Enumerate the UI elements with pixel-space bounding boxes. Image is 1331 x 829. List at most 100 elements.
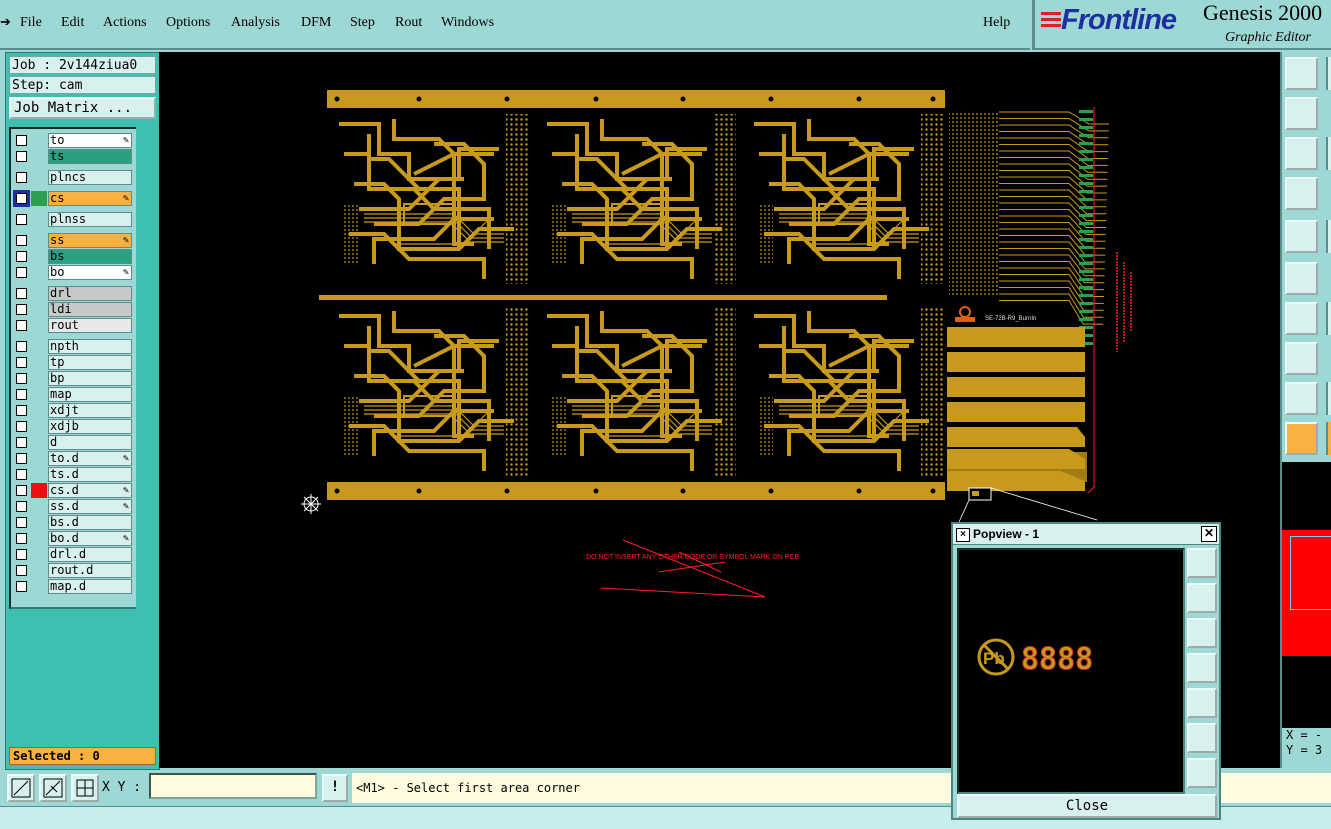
layer-row-npth[interactable]: npth: [13, 339, 133, 354]
popview-left-icon[interactable]: [1187, 653, 1217, 683]
layer-row-rout-d[interactable]: rout.d: [13, 563, 133, 578]
pad-tool-icon[interactable]: [1285, 220, 1318, 253]
layer-checkbox[interactable]: [16, 214, 27, 225]
layer-row-plncs[interactable]: plncs: [13, 170, 133, 185]
menu-options[interactable]: Options: [166, 15, 210, 31]
layer-checkbox[interactable]: [16, 193, 27, 204]
layer-checkbox[interactable]: [16, 235, 27, 246]
layer-name[interactable]: ss ✎: [48, 233, 132, 248]
layer-name[interactable]: plnss: [48, 212, 132, 227]
layer-row-to-d[interactable]: to.d ✎: [13, 451, 133, 466]
line-tool-icon[interactable]: [1285, 302, 1318, 335]
layer-checkbox[interactable]: [16, 135, 27, 146]
menu-step[interactable]: Step: [350, 15, 375, 31]
layer-checkbox[interactable]: [16, 421, 27, 432]
layer-checkbox[interactable]: [16, 469, 27, 480]
layer-row-bo[interactable]: bo ✎: [13, 265, 133, 280]
layer-row-xdjb[interactable]: xdjb: [13, 419, 133, 434]
layer-checkbox[interactable]: [16, 437, 27, 448]
layer-checkbox[interactable]: [16, 501, 27, 512]
layer-checkbox[interactable]: [16, 267, 27, 278]
layer-checkbox[interactable]: [16, 565, 27, 576]
menu-analysis[interactable]: Analysis: [231, 15, 280, 31]
layer-checkbox[interactable]: [16, 485, 27, 496]
layer-row-map[interactable]: map: [13, 387, 133, 402]
layer-name[interactable]: npth: [48, 339, 132, 354]
layer-checkbox[interactable]: [16, 549, 27, 560]
layer-name[interactable]: tp: [48, 355, 132, 370]
popview-expand-icon[interactable]: [1187, 723, 1217, 753]
layer-checkbox[interactable]: [16, 517, 27, 528]
popview-right-icon[interactable]: [1187, 688, 1217, 718]
layer-name[interactable]: d: [48, 435, 132, 450]
layer-row-bp[interactable]: bp: [13, 371, 133, 386]
menu-actions[interactable]: Actions: [103, 15, 147, 31]
grid-toggle-icon[interactable]: [71, 774, 99, 802]
grid-snap-icon[interactable]: [39, 774, 67, 802]
layer-name[interactable]: drl: [48, 286, 132, 301]
layer-row-ts-d[interactable]: ts.d: [13, 467, 133, 482]
layer-checkbox[interactable]: [16, 533, 27, 544]
layer-name[interactable]: bs: [48, 249, 132, 264]
layer-row-rout[interactable]: rout: [13, 318, 133, 333]
snap-mode-icon[interactable]: [7, 774, 35, 802]
layer-row-to[interactable]: to ✎: [13, 133, 133, 148]
layer-list-scrollbar[interactable]: [136, 127, 156, 739]
window-menu-icon[interactable]: ×: [956, 528, 970, 542]
menu-windows[interactable]: Windows: [441, 15, 494, 31]
popview-canvas[interactable]: Pb 8888: [957, 548, 1185, 794]
layer-row-tp[interactable]: tp: [13, 355, 133, 370]
layer-name[interactable]: xdjb: [48, 419, 132, 434]
tear-off-arrow-icon[interactable]: ➔: [0, 14, 11, 30]
popview-close-button[interactable]: Close: [957, 794, 1217, 818]
menu-rout[interactable]: Rout: [395, 15, 422, 31]
pan-left-icon[interactable]: [1285, 97, 1318, 130]
layer-row-d[interactable]: d: [13, 435, 133, 450]
layer-checkbox[interactable]: [16, 251, 27, 262]
exclamation-button[interactable]: !: [322, 774, 348, 802]
layer-name[interactable]: rout: [48, 318, 132, 333]
layer-checkbox[interactable]: [16, 373, 27, 384]
popview-zoom-icon[interactable]: [1187, 548, 1217, 578]
layer-name[interactable]: ts.d: [48, 467, 132, 482]
layer-name[interactable]: map: [48, 387, 132, 402]
layer-row-bo-d[interactable]: bo.d ✎: [13, 531, 133, 546]
menu-dfm[interactable]: DFM: [301, 15, 331, 31]
layer-checkbox[interactable]: [16, 453, 27, 464]
layer-name[interactable]: ss.d ✎: [48, 499, 132, 514]
layer-name[interactable]: to.d ✎: [48, 451, 132, 466]
layer-row-bs[interactable]: bs: [13, 249, 133, 264]
menu-edit[interactable]: Edit: [61, 15, 84, 31]
layer-name[interactable]: plncs: [48, 170, 132, 185]
layer-name[interactable]: bo ✎: [48, 265, 132, 280]
layer-name[interactable]: xdjt: [48, 403, 132, 418]
job-matrix-button[interactable]: Job Matrix ...: [9, 97, 156, 119]
popview-fit-icon[interactable]: [1187, 758, 1217, 788]
layer-row-map-d[interactable]: map.d: [13, 579, 133, 594]
layer-row-cs[interactable]: cs ✎: [13, 191, 133, 206]
layer-checkbox[interactable]: [16, 581, 27, 592]
layer-name[interactable]: drl.d: [48, 547, 132, 562]
layer-checkbox[interactable]: [16, 320, 27, 331]
layer-row-ss[interactable]: ss ✎: [13, 233, 133, 248]
menu-help[interactable]: Help: [983, 15, 1010, 31]
layer-checkbox[interactable]: [16, 151, 27, 162]
layer-row-drl-d[interactable]: drl.d: [13, 547, 133, 562]
layer-name[interactable]: cs ✎: [48, 191, 132, 206]
layer-name[interactable]: ts: [48, 149, 132, 164]
layer-row-ldi[interactable]: ldi: [13, 302, 133, 317]
layer-checkbox[interactable]: [16, 405, 27, 416]
layer-name[interactable]: ldi: [48, 302, 132, 317]
popview-down-icon[interactable]: [1187, 618, 1217, 648]
layer-checkbox[interactable]: [16, 304, 27, 315]
layer-name[interactable]: bp: [48, 371, 132, 386]
layer-row-ss-d[interactable]: ss.d ✎: [13, 499, 133, 514]
layer-name[interactable]: to ✎: [48, 133, 132, 148]
layer-name[interactable]: map.d: [48, 579, 132, 594]
connect-tool-icon[interactable]: [1285, 262, 1318, 295]
zoom-out-icon[interactable]: [1285, 57, 1318, 90]
angle-tool-icon[interactable]: [1285, 382, 1318, 415]
xy-input[interactable]: [149, 773, 317, 799]
menu-file[interactable]: File: [20, 15, 42, 31]
layer-checkbox[interactable]: [16, 341, 27, 352]
